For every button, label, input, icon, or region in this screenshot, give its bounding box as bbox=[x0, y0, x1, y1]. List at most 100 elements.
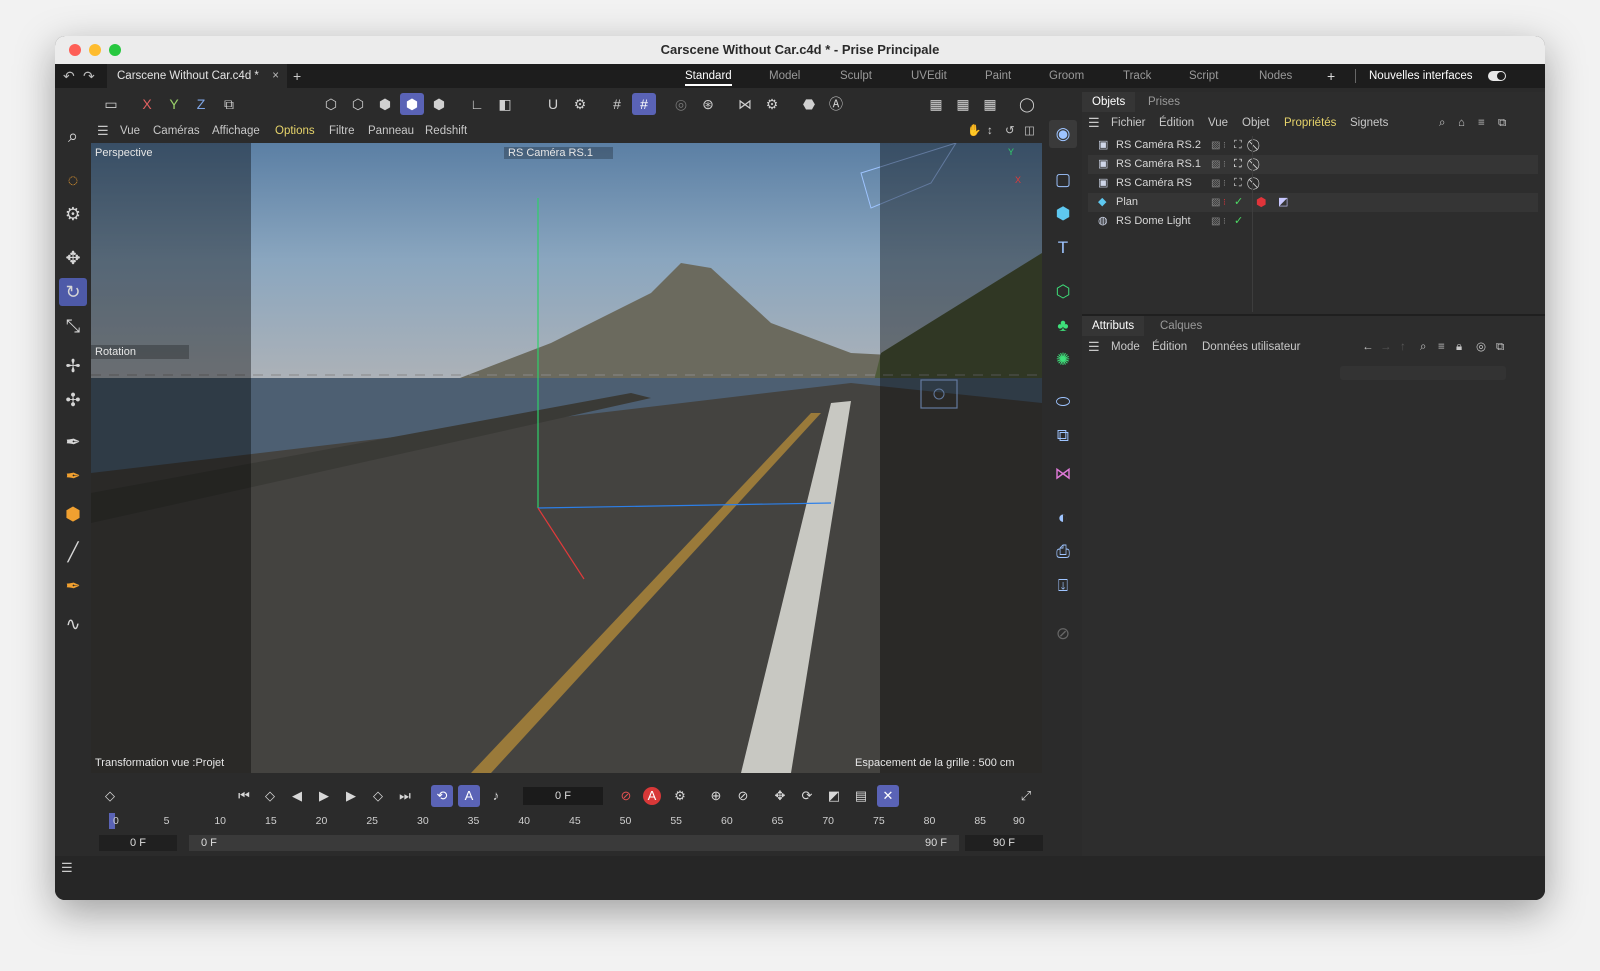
visibility-dots-icon[interactable]: ⁝ bbox=[1223, 174, 1226, 193]
selection-tools-icon[interactable]: ⚙ bbox=[59, 200, 87, 228]
redshift-ipr-icon[interactable]: ◯ bbox=[1015, 93, 1039, 115]
pan-view-icon[interactable]: ✋ bbox=[967, 120, 981, 142]
up-arrow-icon[interactable]: ↑ bbox=[1400, 336, 1406, 358]
attributes-new-window-icon[interactable]: ⧉ bbox=[1496, 336, 1504, 358]
search-icon[interactable]: ⌕ bbox=[59, 122, 87, 150]
tab-objets[interactable]: Objets bbox=[1082, 92, 1136, 112]
record-icon[interactable]: ⊘ bbox=[615, 785, 637, 807]
render-view-icon[interactable]: ▦ bbox=[924, 93, 948, 115]
new-window-icon[interactable]: ⧉ bbox=[1498, 112, 1506, 134]
auto-key-button[interactable]: A bbox=[643, 787, 661, 805]
model-mode-icon[interactable]: ⬢ bbox=[400, 93, 424, 115]
preview-range-bar[interactable]: 0 F 90 F bbox=[189, 835, 959, 851]
camera-label[interactable]: RS Caméra RS.1 bbox=[504, 147, 613, 159]
symmetry-settings-icon[interactable]: ⚙ bbox=[760, 93, 784, 115]
attributes-search-field[interactable] bbox=[1340, 366, 1506, 380]
menu-vue-objects[interactable]: Vue bbox=[1208, 112, 1228, 134]
menu-mode[interactable]: Mode bbox=[1111, 336, 1140, 358]
spline-smooth-icon[interactable]: ∿ bbox=[59, 610, 87, 638]
object-row-rs-camera-rs2[interactable]: ▣ RS Caméra RS.2 ▨ ⁝ ⛶ ⃠ bbox=[1088, 136, 1538, 155]
lock-icon[interactable]: 🔒︎ bbox=[1456, 336, 1462, 358]
target-tag-icon[interactable]: ⛶ bbox=[1234, 155, 1242, 174]
enabled-check-icon[interactable]: ✓ bbox=[1234, 212, 1243, 231]
object-row-plan[interactable]: ◆ Plan ▨ ⁝ ✓ ⬢ ◩ bbox=[1088, 193, 1538, 212]
menu-signets[interactable]: Signets bbox=[1350, 112, 1388, 134]
close-window-button[interactable] bbox=[69, 44, 81, 56]
spline-pen-icon[interactable]: ✒ bbox=[59, 428, 87, 456]
tab-nodes[interactable]: Nodes bbox=[1259, 64, 1292, 88]
camera-create-icon[interactable]: ⎙ bbox=[1049, 538, 1077, 566]
layer-icon[interactable]: ▨ bbox=[1211, 174, 1220, 193]
menu-donnees-utilisateur[interactable]: Données utilisateur bbox=[1202, 336, 1300, 358]
menu-objet[interactable]: Objet bbox=[1242, 112, 1270, 134]
layer-icon[interactable]: ▨ bbox=[1211, 155, 1220, 174]
layer-icon[interactable]: ▨ bbox=[1211, 212, 1220, 231]
field-icon[interactable]: ⧉ bbox=[1049, 422, 1077, 450]
preview-range-icon[interactable]: A bbox=[458, 785, 480, 807]
tab-uvedit[interactable]: UVEdit bbox=[911, 64, 947, 88]
tab-standard[interactable]: Standard bbox=[685, 64, 732, 88]
menu-cameras[interactable]: Caméras bbox=[153, 120, 200, 142]
tab-paint[interactable]: Paint bbox=[985, 64, 1011, 88]
menu-filtre[interactable]: Filtre bbox=[329, 120, 355, 142]
tab-sculpt[interactable]: Sculpt bbox=[840, 64, 872, 88]
target-tag-icon[interactable]: ⛶ bbox=[1234, 136, 1242, 155]
minimize-window-button[interactable] bbox=[89, 44, 101, 56]
new-interfaces-toggle[interactable] bbox=[1488, 71, 1506, 81]
symmetry-icon[interactable]: ⋈ bbox=[733, 93, 757, 115]
key-rotation-icon[interactable]: ⊘ bbox=[732, 785, 754, 807]
previous-frame-icon[interactable]: ◀ bbox=[286, 785, 308, 807]
key-filter-icon[interactable]: ✕ bbox=[877, 785, 899, 807]
tab-prises[interactable]: Prises bbox=[1138, 92, 1190, 112]
workplane-icon[interactable]: # bbox=[632, 93, 656, 115]
zoom-window-button[interactable] bbox=[109, 44, 121, 56]
target-icon[interactable]: ◎ bbox=[1476, 336, 1486, 358]
add-workspace-icon[interactable]: + bbox=[1327, 64, 1335, 88]
text-object-icon[interactable]: T bbox=[1049, 234, 1077, 262]
key-position-icon[interactable]: ⊕ bbox=[705, 785, 727, 807]
layer-icon[interactable]: ▨ bbox=[1211, 136, 1220, 155]
object-row-rs-camera-rs1[interactable]: ▣ RS Caméra RS.1 ▨ ⁝ ⛶ ⃠ bbox=[1088, 155, 1538, 174]
cube-object-icon[interactable]: ⬢ bbox=[1049, 200, 1077, 228]
knife-icon[interactable]: ⬢ bbox=[59, 500, 87, 528]
enabled-check-icon[interactable]: ✓ bbox=[1234, 193, 1243, 212]
filter-icon[interactable]: ≡ bbox=[1478, 112, 1485, 134]
key-settings-icon[interactable]: ⚙ bbox=[669, 785, 691, 807]
projection-label[interactable]: Perspective bbox=[95, 147, 152, 159]
attributes-filter-icon[interactable]: ≡ bbox=[1438, 336, 1445, 358]
sketch-icon[interactable]: ✒ bbox=[59, 462, 87, 490]
axis-mode-icon[interactable]: ∟ bbox=[465, 93, 489, 115]
coordinates-icon[interactable]: ✣ bbox=[59, 386, 87, 414]
start-frame-field[interactable]: 0 F bbox=[99, 835, 177, 851]
axis-z-button[interactable]: Z bbox=[189, 93, 213, 115]
target-tag-icon[interactable]: ⛶ bbox=[1234, 174, 1242, 193]
menu-redshift[interactable]: Redshift bbox=[425, 120, 467, 142]
tab-model[interactable]: Model bbox=[769, 64, 800, 88]
redo-icon[interactable]: ↷ bbox=[83, 68, 95, 85]
loop-icon[interactable]: ⟲ bbox=[431, 785, 453, 807]
previous-key-icon[interactable]: ◇ bbox=[259, 785, 281, 807]
soft-selection-icon[interactable]: ◎ bbox=[669, 93, 693, 115]
axis-x-button[interactable]: X bbox=[135, 93, 159, 115]
generator-icon[interactable]: ⬡ bbox=[1049, 278, 1077, 306]
menu-options[interactable]: Options bbox=[275, 120, 315, 142]
scale-icon[interactable]: ⤡ bbox=[59, 312, 87, 340]
end-frame-field[interactable]: 90 F bbox=[965, 835, 1043, 851]
layer-icon[interactable]: ▨ bbox=[1211, 193, 1220, 212]
go-to-start-icon[interactable]: ⏮ bbox=[233, 785, 255, 807]
deformer-icon[interactable]: ⬭ bbox=[1049, 388, 1077, 416]
tab-groom[interactable]: Groom bbox=[1049, 64, 1084, 88]
snap-settings-icon[interactable]: ⚙ bbox=[568, 93, 592, 115]
keyframe-icon[interactable]: ◇ bbox=[99, 785, 121, 807]
back-arrow-icon[interactable]: ← bbox=[1362, 336, 1374, 358]
objects-hamburger-icon[interactable]: ☰ bbox=[1088, 112, 1100, 134]
play-icon[interactable]: ▶ bbox=[313, 785, 335, 807]
visibility-dots-icon[interactable]: ⁝ bbox=[1223, 212, 1226, 231]
tab-track[interactable]: Track bbox=[1123, 64, 1151, 88]
key-pla-icon[interactable]: ▤ bbox=[850, 785, 872, 807]
grid-snap-icon[interactable]: # bbox=[605, 93, 629, 115]
key-scale-icon[interactable]: ⟳ bbox=[796, 785, 818, 807]
edges-mode-icon[interactable]: ⬡ bbox=[346, 93, 370, 115]
points-mode-icon[interactable]: ⬡ bbox=[319, 93, 343, 115]
forward-arrow-icon[interactable]: → bbox=[1380, 336, 1392, 358]
